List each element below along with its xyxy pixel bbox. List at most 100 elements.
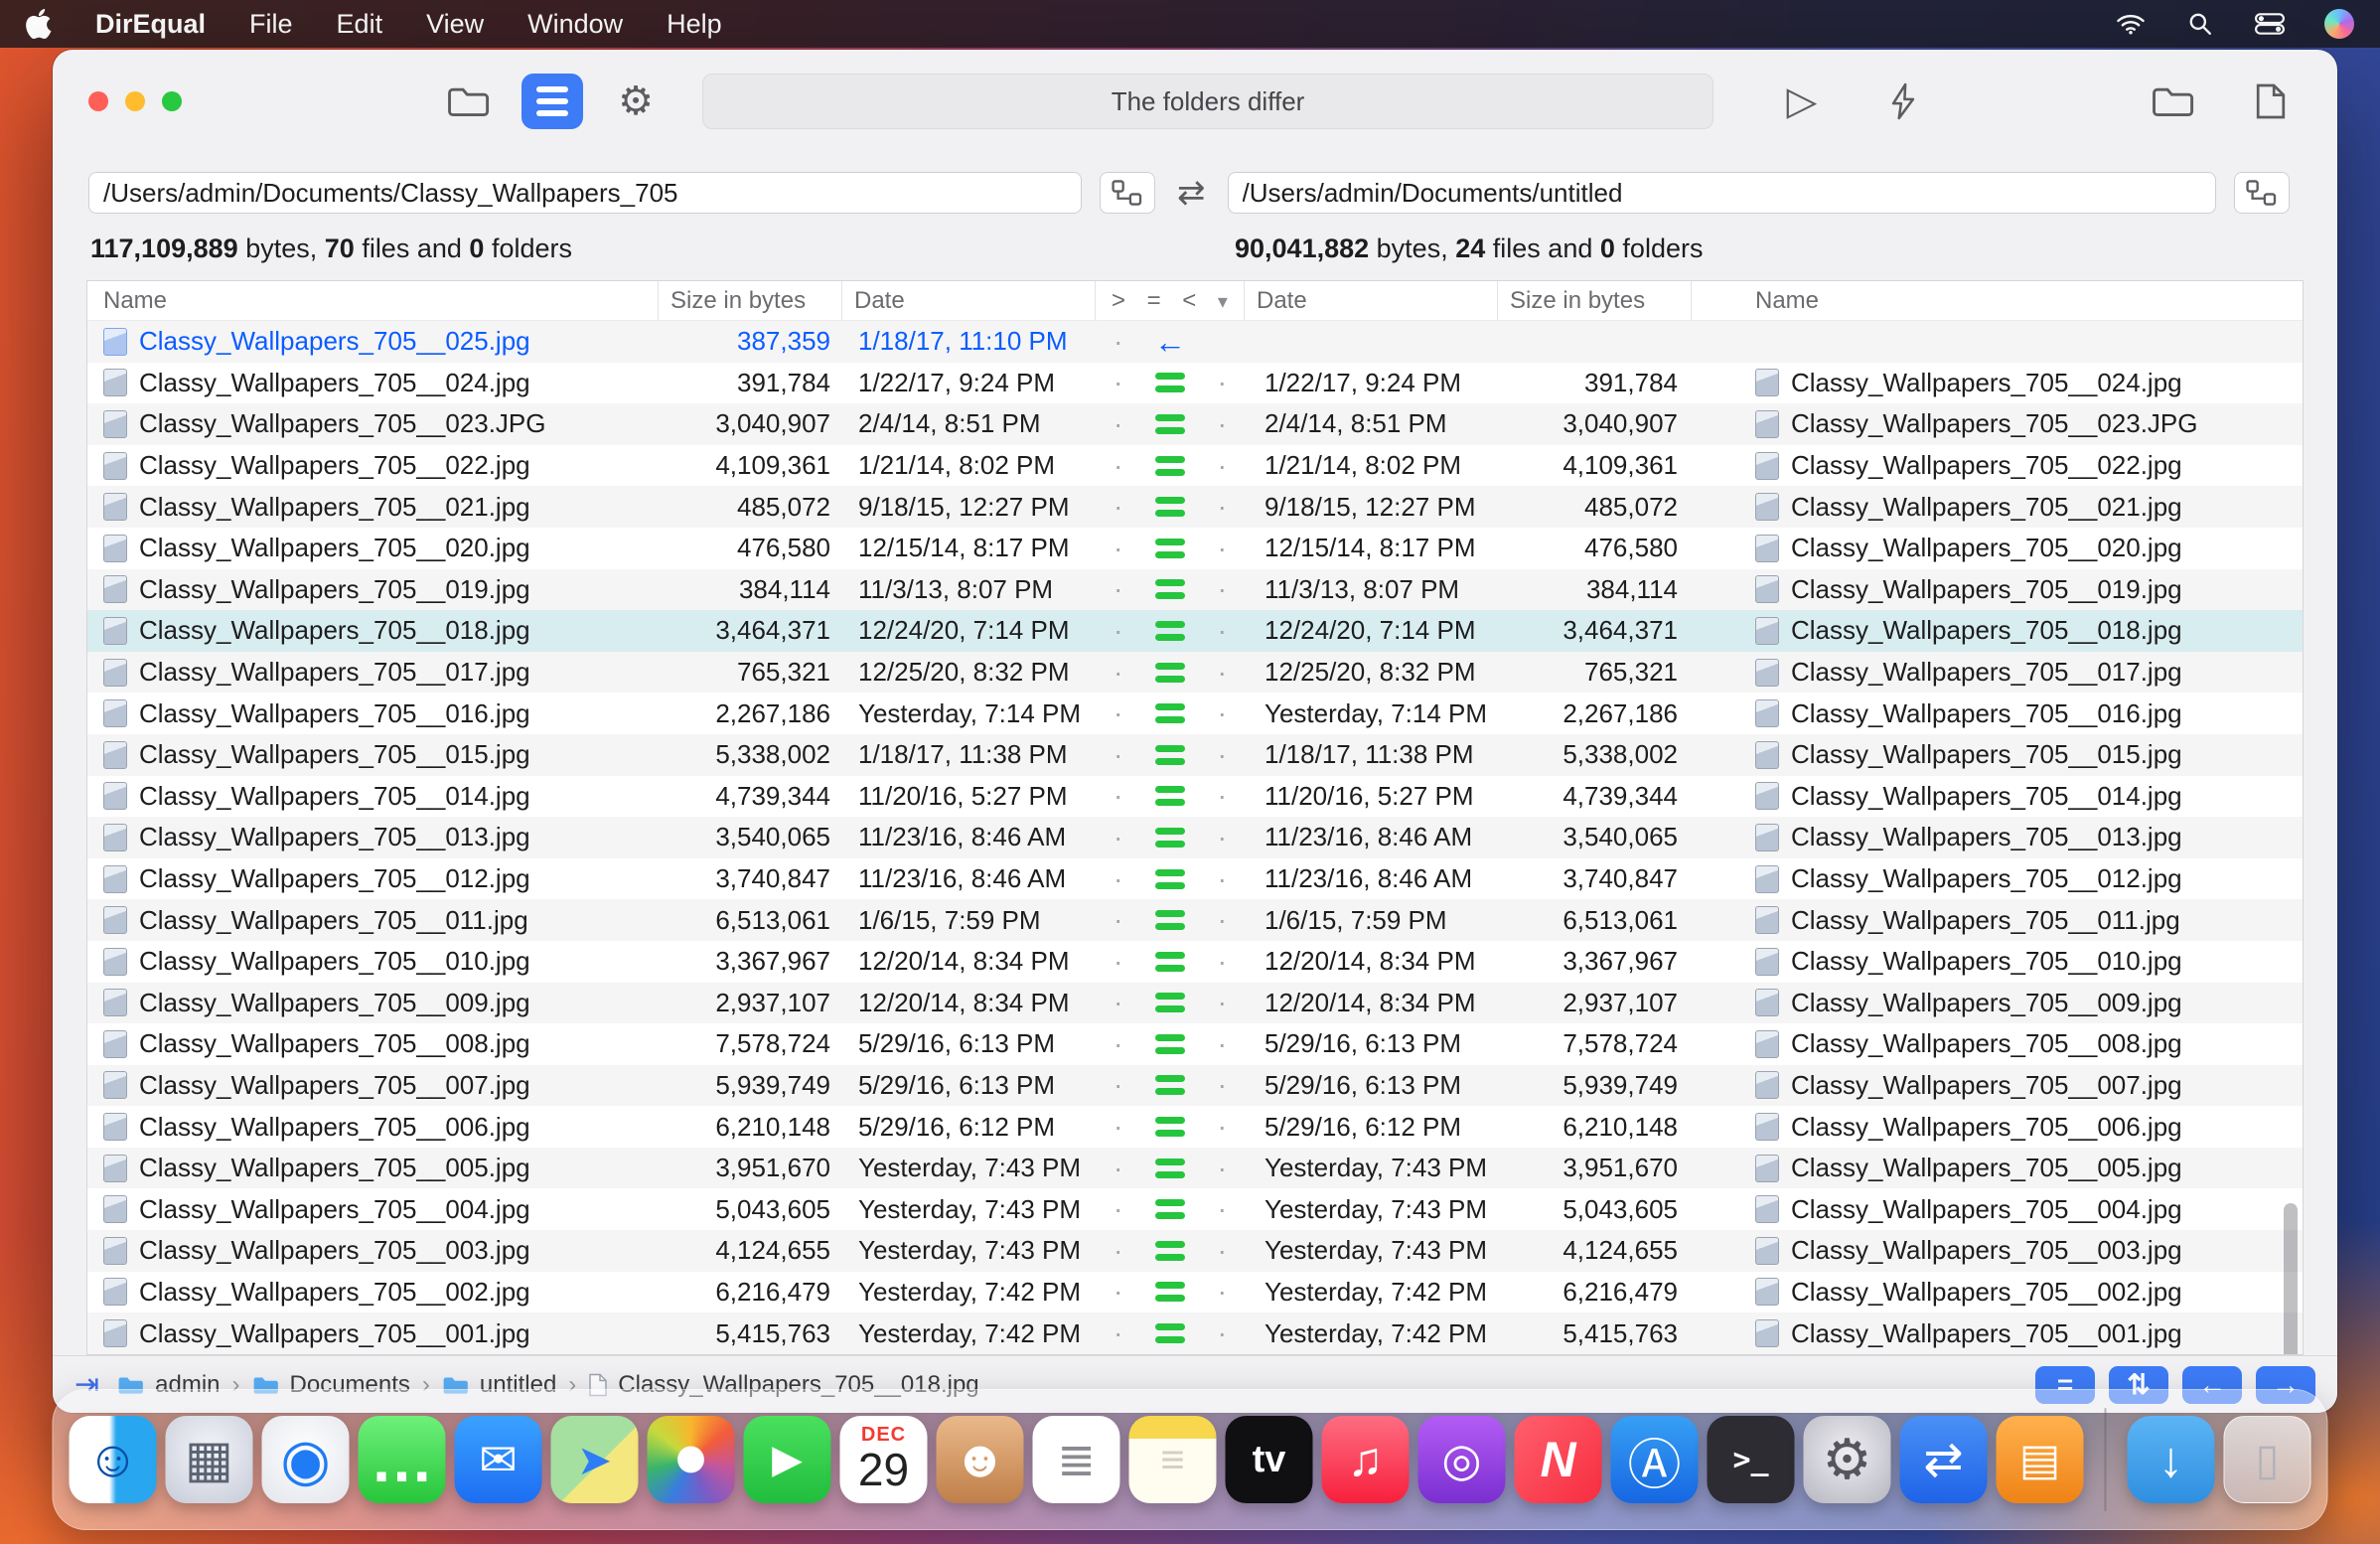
menubar-app-name[interactable]: DirEqual — [95, 9, 206, 40]
table-row[interactable]: Classy_Wallpapers_705__011.jpg 6,513,061… — [87, 899, 2303, 941]
greater-dot-icon — [1114, 615, 1122, 647]
compare-view-button[interactable] — [521, 74, 583, 129]
table-row[interactable]: Classy_Wallpapers_705__019.jpg 384,114 1… — [87, 568, 2303, 611]
table-row[interactable]: Classy_Wallpapers_705__014.jpg 4,739,344… — [87, 776, 2303, 818]
header-greater-than[interactable]: > — [1112, 287, 1125, 315]
report-document-button[interactable] — [2240, 74, 2302, 129]
dock-news-icon[interactable]: N — [1514, 1416, 1602, 1503]
vertical-scrollbar[interactable] — [2284, 1203, 2298, 1354]
table-row[interactable]: Classy_Wallpapers_705__016.jpg 2,267,186… — [87, 693, 2303, 734]
menu-view[interactable]: View — [426, 9, 484, 40]
chevron-down-icon[interactable]: ▾ — [1218, 289, 1228, 314]
header-date-right[interactable]: Date — [1245, 281, 1498, 321]
left-file-size: 4,109,361 — [715, 450, 830, 481]
left-folder-picker-button[interactable] — [1100, 172, 1155, 214]
control-center-icon[interactable] — [2255, 11, 2285, 37]
dock-terminal-icon[interactable]: >_ — [1707, 1416, 1795, 1503]
dock-facetime-icon[interactable]: ▶ — [743, 1416, 831, 1503]
header-less-than[interactable]: < — [1182, 287, 1196, 315]
header-name-left[interactable]: Name — [87, 281, 659, 321]
dock-calendar-icon[interactable]: DEC 29 — [839, 1416, 928, 1503]
header-size-left[interactable]: Size in bytes — [659, 281, 842, 321]
table-row[interactable]: Classy_Wallpapers_705__005.jpg 3,951,670… — [87, 1147, 2303, 1189]
dock-tv-icon[interactable]: tv — [1225, 1416, 1313, 1503]
right-folder-picker-button[interactable] — [2233, 172, 2290, 214]
right-file-name: Classy_Wallpapers_705__010.jpg — [1791, 946, 2182, 977]
left-file-date: 5/29/16, 6:12 PM — [858, 1111, 1056, 1142]
table-row[interactable]: Classy_Wallpapers_705__008.jpg 7,578,724… — [87, 1023, 2303, 1065]
dock-launchpad-icon[interactable]: ▦ — [165, 1416, 253, 1503]
table-row[interactable]: Classy_Wallpapers_705__018.jpg 3,464,371… — [87, 610, 2303, 652]
header-date-left[interactable]: Date — [842, 281, 1096, 321]
quick-sync-bolt-button[interactable] — [1872, 74, 1934, 129]
dock-reminders-icon[interactable]: ≣ — [1032, 1416, 1120, 1503]
table-row[interactable]: Classy_Wallpapers_705__017.jpg 765,321 1… — [87, 651, 2303, 694]
table-row[interactable]: Classy_Wallpapers_705__025.jpg 387,359 1… — [87, 321, 2303, 363]
table-row[interactable]: Classy_Wallpapers_705__006.jpg 6,210,148… — [87, 1106, 2303, 1148]
dock-contacts-icon[interactable]: ☻ — [936, 1416, 1024, 1503]
menu-window[interactable]: Window — [527, 9, 623, 40]
table-row[interactable]: Classy_Wallpapers_705__007.jpg 5,939,749… — [87, 1064, 2303, 1107]
dock-mail-icon[interactable]: ✉ — [454, 1416, 542, 1503]
dock-podcasts-icon[interactable]: ◎ — [1417, 1416, 1506, 1503]
swap-panes-icon[interactable]: ⇄ — [1177, 173, 1206, 213]
open-folder-button[interactable] — [2143, 74, 2204, 129]
table-row[interactable]: Classy_Wallpapers_705__022.jpg 4,109,361… — [87, 445, 2303, 487]
dock-settings-icon[interactable]: ⚙ — [1803, 1416, 1891, 1503]
table-row[interactable]: Classy_Wallpapers_705__012.jpg 3,740,847… — [87, 858, 2303, 900]
table-row[interactable]: Classy_Wallpapers_705__024.jpg 391,784 1… — [87, 363, 2303, 404]
table-row[interactable]: Classy_Wallpapers_705__004.jpg 5,043,605… — [87, 1188, 2303, 1230]
equal-icon — [1155, 1199, 1185, 1220]
header-compare-filter[interactable]: > = < ▾ — [1096, 281, 1245, 321]
header-name-right[interactable]: Name — [1692, 281, 2303, 321]
table-row[interactable]: Classy_Wallpapers_705__002.jpg 6,216,479… — [87, 1272, 2303, 1313]
menu-file[interactable]: File — [249, 9, 293, 40]
table-row[interactable]: Classy_Wallpapers_705__013.jpg 3,540,065… — [87, 817, 2303, 858]
image-file-icon — [1755, 989, 1779, 1017]
left-path-input[interactable] — [88, 172, 1082, 214]
table-row[interactable]: Classy_Wallpapers_705__023.JPG 3,040,907… — [87, 403, 2303, 445]
image-file-icon — [103, 1195, 127, 1224]
dock-messages-icon[interactable]: … — [358, 1416, 446, 1503]
dock-appstore-icon[interactable]: Ⓐ — [1610, 1416, 1699, 1503]
header-equal[interactable]: = — [1147, 287, 1161, 315]
table-row[interactable]: Classy_Wallpapers_705__001.jpg 5,415,763… — [87, 1312, 2303, 1354]
less-dot-icon — [1218, 367, 1227, 398]
menu-edit[interactable]: Edit — [337, 9, 383, 40]
table-row[interactable]: Classy_Wallpapers_705__020.jpg 476,580 1… — [87, 528, 2303, 569]
table-row[interactable]: Classy_Wallpapers_705__003.jpg 4,124,655… — [87, 1230, 2303, 1272]
right-files-count: 24 — [1455, 232, 1486, 263]
settings-gear-button[interactable]: ⚙ — [605, 74, 667, 129]
menu-help[interactable]: Help — [667, 9, 722, 40]
zoom-button[interactable] — [162, 91, 182, 111]
wifi-icon[interactable] — [2116, 11, 2146, 37]
right-file-size: 3,951,670 — [1562, 1153, 1678, 1183]
dock-trash-icon[interactable]: ▯ — [2223, 1416, 2311, 1503]
minimize-button[interactable] — [125, 91, 145, 111]
table-row[interactable]: Classy_Wallpapers_705__021.jpg 485,072 9… — [87, 486, 2303, 528]
search-icon[interactable] — [2185, 11, 2215, 37]
dock-books-icon[interactable]: ▤ — [1996, 1416, 2084, 1503]
dock-music-icon[interactable]: ♫ — [1321, 1416, 1410, 1503]
table-row[interactable]: Classy_Wallpapers_705__015.jpg 5,338,002… — [87, 733, 2303, 776]
less-dot-icon — [1218, 1193, 1227, 1225]
siri-icon[interactable] — [2324, 9, 2354, 39]
table-row[interactable]: Classy_Wallpapers_705__010.jpg 3,367,967… — [87, 941, 2303, 983]
dock-direqual-icon[interactable]: ⇄ — [1899, 1416, 1988, 1503]
right-path-input[interactable] — [1227, 172, 2216, 214]
right-file-size: 476,580 — [1584, 533, 1678, 563]
header-size-right[interactable]: Size in bytes — [1498, 281, 1692, 321]
new-comparison-folder-button[interactable] — [438, 74, 500, 129]
greater-dot-icon — [1114, 408, 1122, 440]
table-row[interactable]: Classy_Wallpapers_705__009.jpg 2,937,107… — [87, 982, 2303, 1024]
run-compare-play-button[interactable]: ▷ — [1771, 74, 1833, 129]
dock-notes-icon[interactable]: ≡ — [1128, 1416, 1217, 1503]
dock-finder-icon[interactable]: ☺ — [69, 1416, 157, 1503]
dock-downloads-icon[interactable]: ↓ — [2127, 1416, 2215, 1503]
apple-menu-icon[interactable] — [26, 9, 52, 39]
dock-photos-icon[interactable] — [647, 1416, 735, 1503]
left-files-count: 70 — [324, 232, 355, 263]
dock-maps-icon[interactable]: ➤ — [550, 1416, 639, 1503]
close-button[interactable] — [88, 91, 108, 111]
dock-safari-icon[interactable]: ◉ — [261, 1416, 350, 1503]
